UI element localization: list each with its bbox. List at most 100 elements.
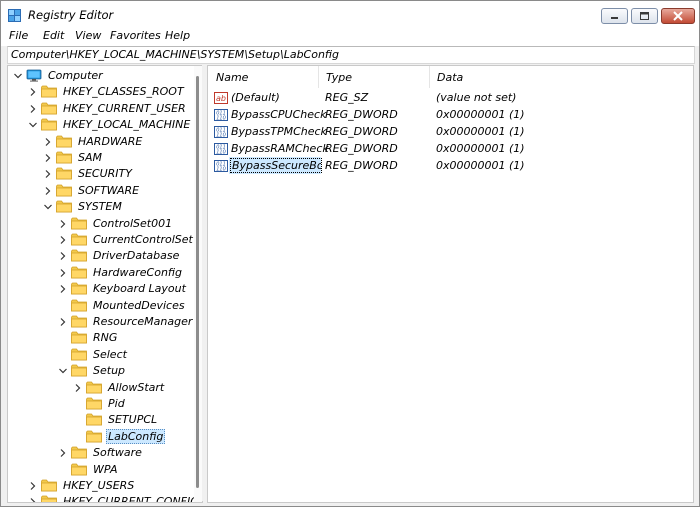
- svg-text:110: 110: [216, 133, 226, 139]
- tree-item-label: HARDWARE: [78, 134, 143, 148]
- chevron-down-icon[interactable]: [43, 202, 53, 212]
- folder-icon: [71, 446, 87, 459]
- value-data: 0x00000001 (1): [436, 125, 525, 138]
- folder-icon: [56, 200, 72, 213]
- chevron-right-icon[interactable]: [28, 104, 38, 114]
- tree-scrollbar-thumb[interactable]: [196, 76, 199, 488]
- menu-bar: File Edit View Favorites Help: [1, 26, 699, 46]
- chevron-right-icon[interactable]: [43, 186, 53, 196]
- value-type: REG_DWORD: [325, 142, 398, 155]
- chevron-right-icon[interactable]: [43, 137, 53, 147]
- folder-icon: [71, 266, 87, 279]
- chevron-right-icon[interactable]: [58, 235, 68, 245]
- tree-item-label: HKEY_USERS: [63, 479, 135, 492]
- minimize-button[interactable]: [601, 8, 628, 24]
- close-icon: [673, 11, 683, 21]
- chevron-right-icon[interactable]: [28, 497, 38, 503]
- chevron-right-icon[interactable]: [73, 383, 83, 393]
- tree-item-label: WPA: [93, 462, 118, 476]
- tree-item-label: Computer: [48, 69, 103, 82]
- value-row[interactable]: 011 110 BypassRAMCheck REG_DWORD 0x00000001 …: [208, 141, 693, 157]
- maximize-icon: [640, 12, 649, 20]
- value-row[interactable]: 011 110 BypassCPUCheck REG_DWORD 0x00000001 …: [208, 107, 693, 123]
- folder-icon: [71, 364, 87, 377]
- column-header-name[interactable]: Name: [208, 66, 318, 88]
- column-header-type-label: Type: [326, 71, 353, 84]
- tree-item-label: RNG: [93, 331, 118, 345]
- value-row[interactable]: 011 110 BypassTPMCheck REG_DWORD 0x00000001 …: [208, 124, 693, 140]
- menu-favorites[interactable]: Favorites: [110, 29, 161, 42]
- chevron-right-icon[interactable]: [58, 317, 68, 327]
- svg-text:110: 110: [216, 167, 226, 173]
- tree-item-label: DriverDatabase: [93, 249, 180, 263]
- tree-scrollbar[interactable]: [194, 66, 202, 502]
- folder-icon: [41, 495, 57, 502]
- folder-icon: [71, 315, 87, 328]
- tree-item-label: AllowStart: [108, 380, 165, 394]
- tree-item-label: SYSTEM: [78, 200, 122, 214]
- minimize-icon: [611, 17, 618, 19]
- tree-item-label: HKEY_CURRENT_CONFIG: [63, 495, 199, 503]
- close-button[interactable]: [661, 8, 695, 24]
- value-data: (value not set): [436, 91, 517, 104]
- tree-item-label: HardwareConfig: [93, 265, 183, 279]
- tree-item-label: HKEY_CURRENT_USER: [63, 101, 186, 115]
- chevron-right-icon[interactable]: [28, 87, 38, 97]
- value-row[interactable]: ab (Default) REG_SZ (value not set): [208, 90, 693, 106]
- svg-text:110: 110: [216, 150, 226, 156]
- value-data: 0x00000001 (1): [436, 108, 525, 121]
- chevron-right-icon[interactable]: [58, 448, 68, 458]
- value-name: (Default): [231, 91, 280, 104]
- chevron-down-icon[interactable]: [28, 120, 38, 130]
- menu-help[interactable]: Help: [165, 29, 190, 42]
- tree-item-label: SAM: [78, 151, 102, 164]
- value-type: REG_DWORD: [325, 159, 398, 172]
- column-header-data[interactable]: Data: [429, 66, 693, 88]
- menu-edit[interactable]: Edit: [43, 29, 64, 42]
- chevron-right-icon[interactable]: [43, 153, 53, 163]
- chevron-right-icon[interactable]: [58, 219, 68, 229]
- folder-icon: [56, 135, 72, 147]
- chevron-right-icon[interactable]: [58, 284, 68, 294]
- folder-icon: [86, 397, 102, 410]
- value-name: BypassSecureBo...: [230, 158, 322, 173]
- menu-file[interactable]: File: [9, 29, 28, 42]
- value-name: BypassCPUCheck: [231, 108, 327, 121]
- tree-item-label: ResourceManager: [93, 315, 193, 328]
- value-type: REG_DWORD: [325, 125, 398, 138]
- window-title: Registry Editor: [28, 8, 114, 22]
- chevron-right-icon[interactable]: [58, 251, 68, 261]
- chevron-right-icon[interactable]: [43, 169, 53, 179]
- folder-icon: [56, 151, 72, 164]
- chevron-right-icon[interactable]: [58, 268, 68, 278]
- folder-icon: [41, 102, 57, 115]
- computer-icon: [26, 69, 42, 82]
- chevron-down-icon[interactable]: [13, 71, 23, 81]
- tree-item-label: Pid: [108, 397, 125, 410]
- value-row[interactable]: 011110BypassSecureBo...REG_DWORD 0x000000…: [208, 157, 693, 174]
- tree-item-label: HKEY_CLASSES_ROOT: [63, 85, 184, 99]
- maximize-button[interactable]: [631, 8, 658, 24]
- folder-icon: [71, 282, 87, 295]
- tree-item-label: HKEY_LOCAL_MACHINE: [63, 118, 191, 132]
- key-tree-pane[interactable]: Computer HKEY_CLASSES_ROOT HKEY_CURRENT_US…: [7, 65, 203, 503]
- registry-editor-window: Registry Editor File Edit View Favorites…: [0, 0, 700, 507]
- string-value-icon: ab: [214, 92, 228, 104]
- value-name: BypassRAMCheck: [231, 142, 329, 155]
- chevron-down-icon[interactable]: [58, 366, 68, 376]
- tree-item-label: MountedDevices: [93, 298, 185, 312]
- svg-text:ab: ab: [216, 94, 226, 103]
- value-data: 0x00000001 (1): [436, 142, 525, 155]
- values-list-pane[interactable]: Name Type Data ab (Default) REG_SZ (value n…: [207, 65, 694, 503]
- svg-text:110: 110: [216, 116, 226, 122]
- column-header-type[interactable]: Type: [318, 66, 429, 88]
- menu-view[interactable]: View: [75, 29, 101, 42]
- address-bar[interactable]: Computer\HKEY_LOCAL_MACHINE\SYSTEM\Setup…: [7, 46, 695, 64]
- tree-item-label: Software: [93, 446, 142, 460]
- folder-icon: [56, 184, 72, 197]
- tree-item-label: Setup: [93, 364, 126, 378]
- chevron-right-icon[interactable]: [28, 481, 38, 491]
- value-type: REG_DWORD: [325, 108, 398, 121]
- title-bar[interactable]: Registry Editor: [1, 1, 699, 26]
- column-header-data-label: Data: [437, 71, 464, 84]
